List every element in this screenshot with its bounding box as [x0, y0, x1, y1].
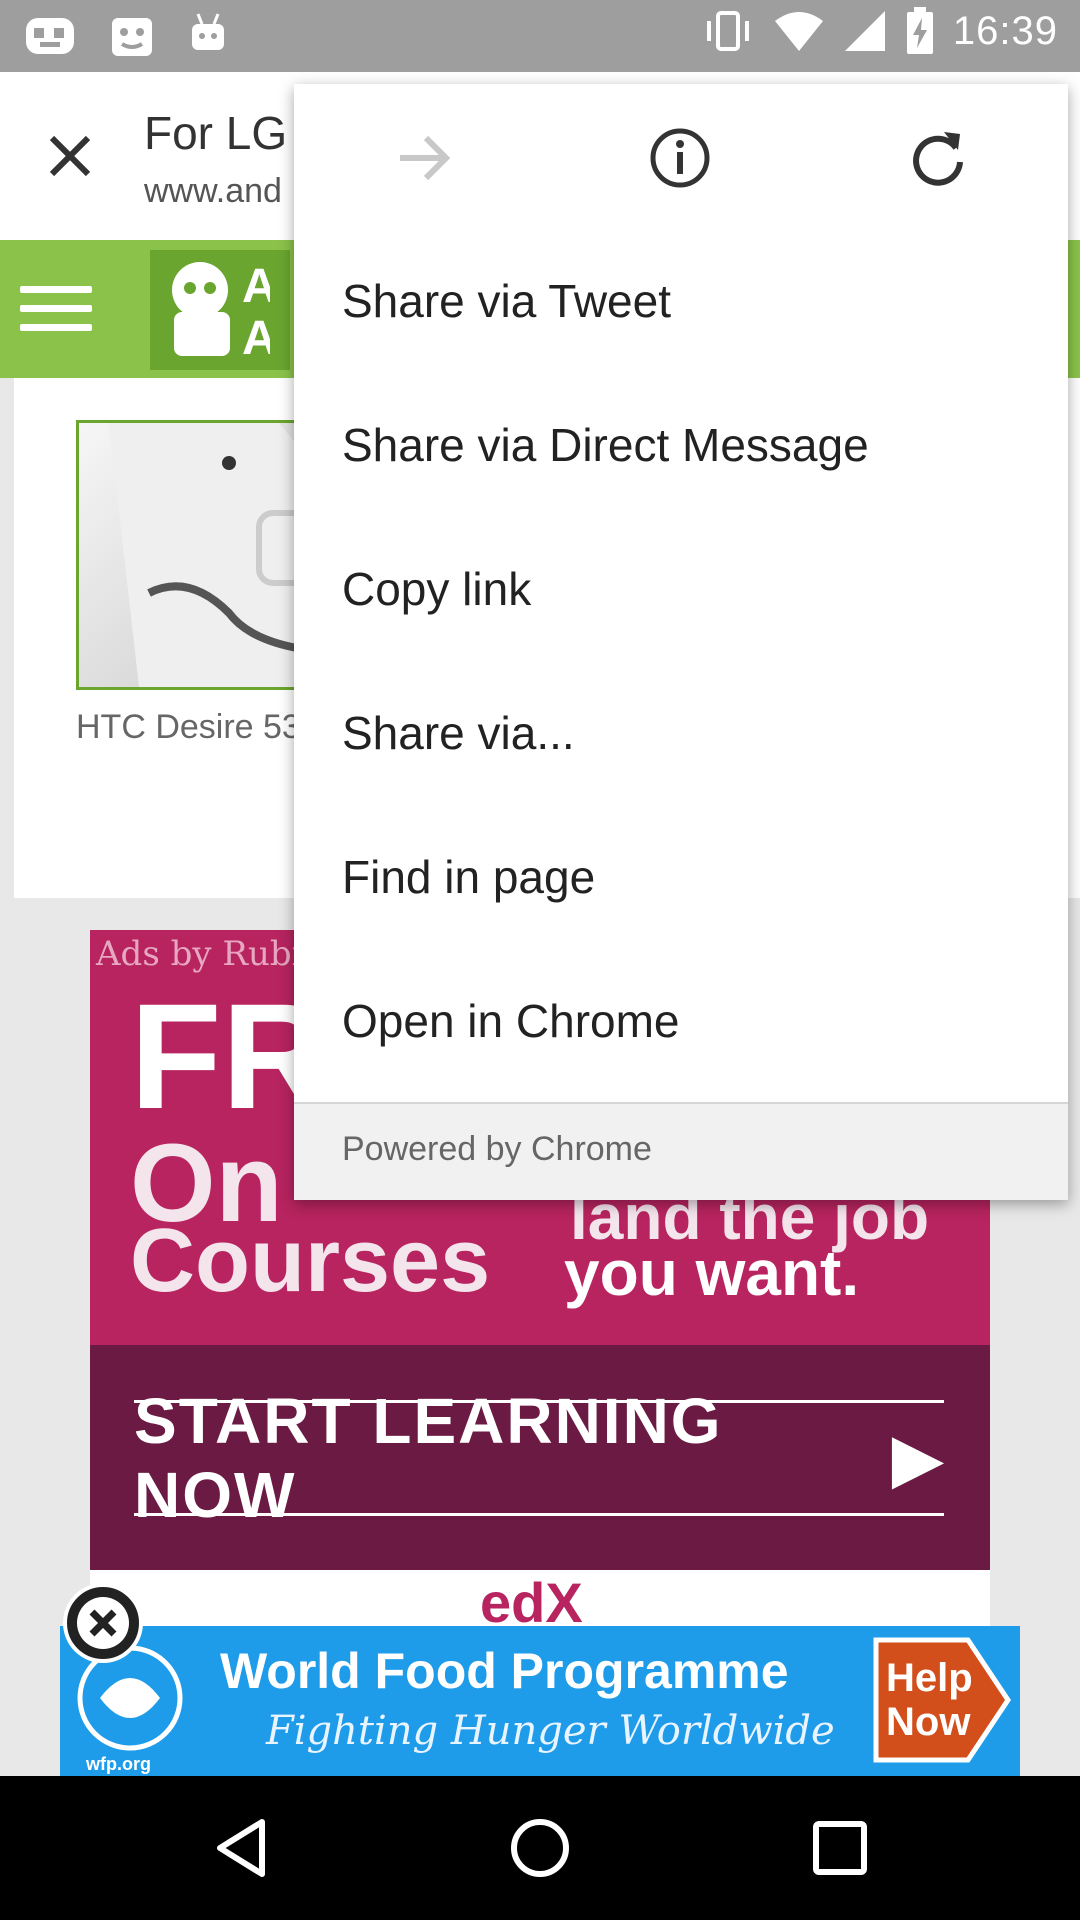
clock: 16:39: [952, 8, 1058, 53]
powered-by-label: Powered by Chrome: [342, 1130, 652, 1168]
menu-item-open-in-chrome[interactable]: Open in Chrome: [342, 994, 680, 1048]
ad-headline-3: Courses: [130, 1211, 491, 1311]
close-icon[interactable]: [40, 126, 100, 186]
wifi-icon: [774, 12, 823, 51]
svg-text:A: A: [242, 312, 270, 365]
menu-item-share-via[interactable]: Share via...: [342, 706, 575, 760]
forward-icon: [400, 135, 451, 181]
site-logo[interactable]: A A: [150, 250, 290, 370]
ad-tagline-2: you want.: [564, 1237, 860, 1309]
signal-icon: [844, 11, 885, 51]
info-icon[interactable]: [648, 126, 712, 190]
menu-item-share-direct-message[interactable]: Share via Direct Message: [342, 418, 869, 472]
svg-text:A: A: [242, 260, 270, 313]
back-icon[interactable]: [206, 1812, 278, 1884]
wfp-url: wfp.org: [86, 1754, 151, 1774]
page-url: www.and: [144, 172, 282, 210]
android-mascot-icon: A A: [172, 260, 277, 365]
hamburger-menu-icon[interactable]: [20, 286, 92, 332]
thumbnail-caption[interactable]: HTC Desire 53: [76, 708, 301, 747]
close-ad-icon[interactable]: [60, 1580, 146, 1666]
menu-item-share-tweet[interactable]: Share via Tweet: [342, 274, 671, 328]
menu-item-find-in-page[interactable]: Find in page: [342, 850, 595, 904]
menu-item-copy-link[interactable]: Copy link: [342, 562, 531, 616]
page-title: For LG: [144, 107, 288, 159]
status-bar: 16:39: [0, 0, 1080, 72]
banner-title: World Food Programme: [220, 1643, 789, 1699]
ad-label: Ads by Rubi: [96, 934, 303, 974]
refresh-icon[interactable]: [906, 126, 970, 190]
status-right-icons: 16:39: [701, 6, 1058, 56]
edx-logo-strip: edX: [90, 1570, 990, 1634]
notification-face-icon: [112, 18, 152, 56]
menu-footer: Powered by Chrome: [294, 1102, 1068, 1200]
home-icon[interactable]: [504, 1812, 576, 1884]
system-nav-bar: [0, 1776, 1080, 1920]
wfp-banner-ad[interactable]: wfp.org World Food Programme Fighting Hu…: [60, 1626, 1020, 1776]
play-arrow-icon: ▶: [892, 1421, 944, 1494]
start-learning-button[interactable]: START LEARNING NOW ▶: [134, 1385, 944, 1531]
vibrate-icon: [706, 11, 749, 51]
status-left-icons: [22, 10, 230, 62]
notification-bot-icon: [26, 18, 74, 54]
banner-subtitle: Fighting Hunger Worldwide: [266, 1708, 835, 1754]
overflow-menu: Share via Tweet Share via Direct Message…: [294, 84, 1068, 1200]
android-icon: [192, 13, 224, 50]
cta-label: START LEARNING NOW: [134, 1385, 723, 1531]
battery-charging-icon: [906, 7, 933, 54]
menu-icon-row: [294, 84, 1068, 228]
recents-icon[interactable]: [804, 1812, 876, 1884]
help-now-label: Help Now: [886, 1656, 973, 1744]
